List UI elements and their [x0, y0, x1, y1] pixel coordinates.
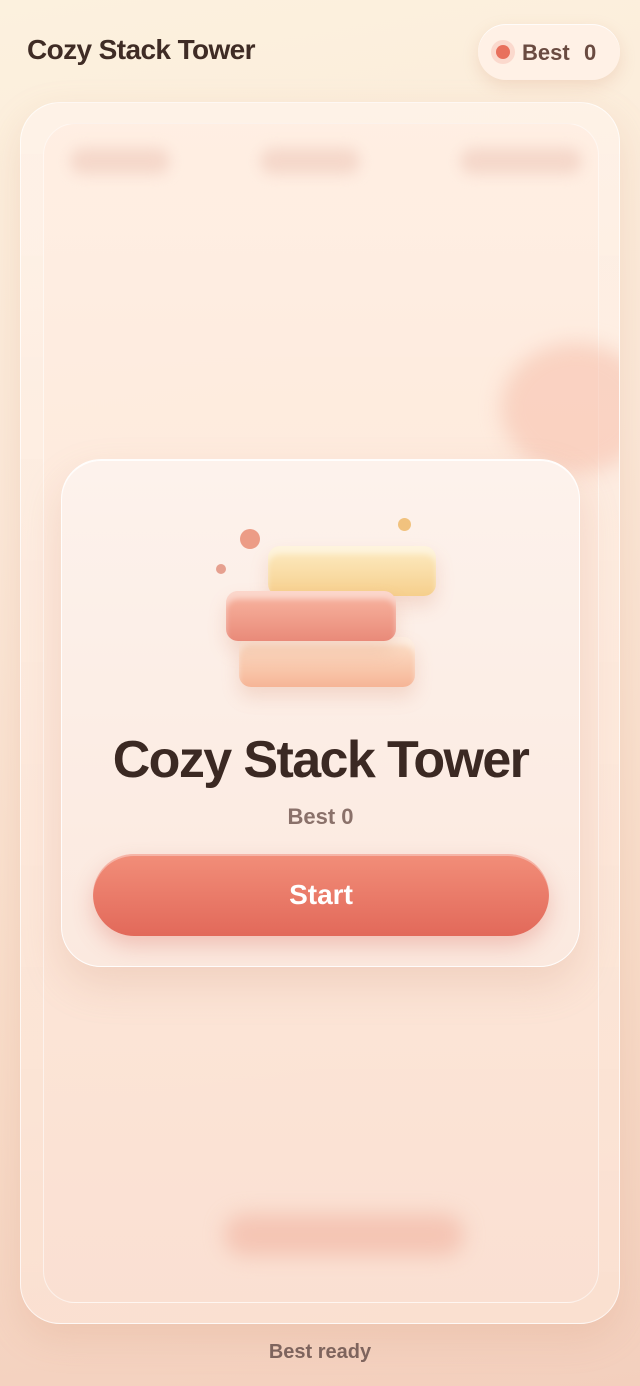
brick-top [268, 546, 436, 596]
dialog-title: Cozy Stack Tower [112, 731, 530, 789]
best-score-badge: Best 0 [478, 24, 620, 80]
status-text: Best ready [268, 1341, 372, 1363]
status-dot-icon [496, 45, 510, 59]
bubble-decoration [398, 518, 411, 531]
dialog-best-score: Best 0 [287, 804, 354, 829]
blurred-hud-right [460, 148, 582, 174]
start-dialog: Cozy Stack Tower Best 0 Start [61, 459, 580, 967]
stack-tower-icon [212, 510, 452, 700]
best-score-label: Best [522, 40, 570, 65]
blurred-hud-left [70, 148, 170, 174]
bubble-decoration [216, 564, 226, 574]
brick-bottom [239, 637, 415, 687]
blurred-hud-center [260, 148, 360, 174]
best-score-value: 0 [584, 40, 597, 65]
brick-middle [226, 591, 396, 641]
bubble-decoration [240, 529, 260, 549]
tower-base-glow [224, 1214, 464, 1256]
start-button[interactable]: Start [93, 854, 549, 936]
app-title: Cozy Stack Tower [27, 34, 256, 65]
